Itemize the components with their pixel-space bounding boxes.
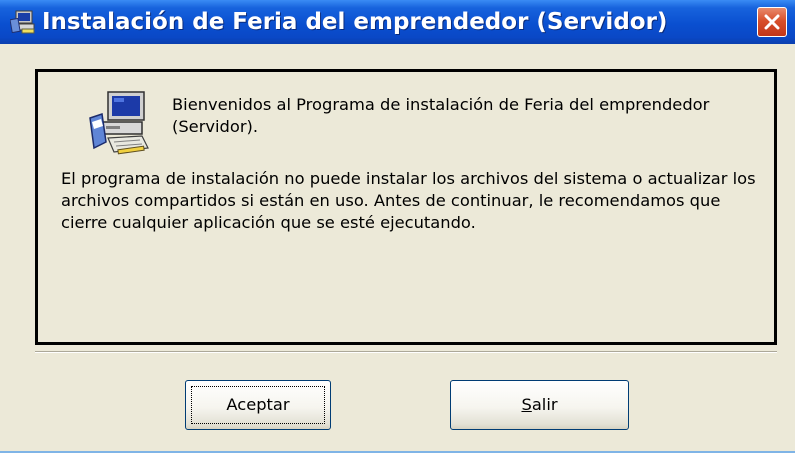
accept-button-label: Aceptar: [226, 395, 290, 414]
close-button[interactable]: [757, 7, 787, 37]
title-bar[interactable]: Instalación de Feria del emprendedor (Se…: [0, 0, 795, 44]
installer-computer-icon: [9, 9, 36, 35]
close-x-icon: [764, 14, 780, 30]
exit-label-rest: alir: [531, 395, 558, 414]
window-title: Instalación de Feria del emprendedor (Se…: [42, 9, 668, 35]
welcome-message: Bienvenidos al Programa de instalación d…: [172, 95, 710, 136]
divider: [35, 351, 777, 353]
exit-button[interactable]: Salir: [450, 380, 629, 430]
setup-computer-icon: [88, 90, 150, 156]
installer-dialog: Instalación de Feria del emprendedor (Se…: [0, 0, 795, 453]
accept-button[interactable]: Aceptar: [185, 380, 331, 430]
warning-message: El programa de instalación no puede inst…: [61, 169, 756, 232]
exit-button-label: Salir: [451, 381, 628, 429]
exit-mnemonic: S: [521, 395, 532, 414]
